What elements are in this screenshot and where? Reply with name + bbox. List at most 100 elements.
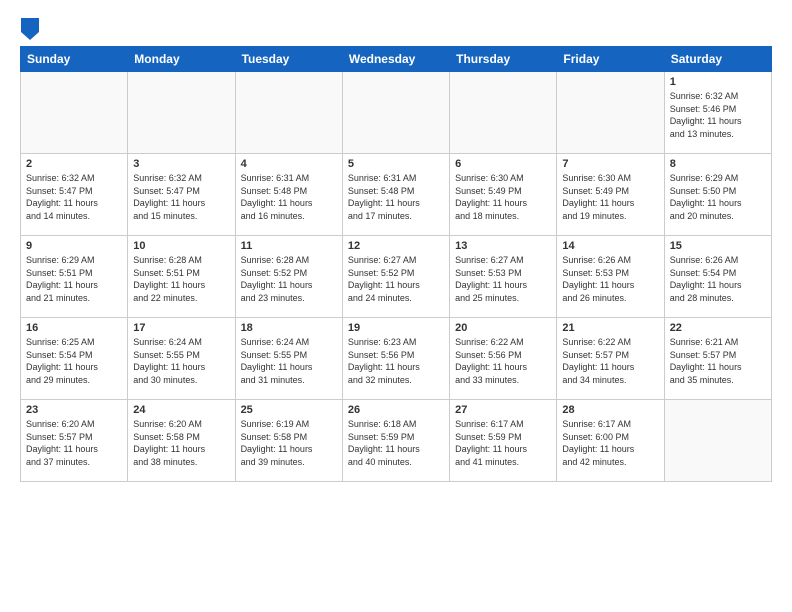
logo xyxy=(20,18,39,38)
calendar-cell: 7Sunrise: 6:30 AMSunset: 5:49 PMDaylight… xyxy=(557,154,664,236)
day-info: Sunrise: 6:19 AM xyxy=(241,418,337,431)
day-info: Daylight: 11 hours xyxy=(241,279,337,292)
day-info: Daylight: 11 hours xyxy=(241,443,337,456)
day-info: Sunrise: 6:32 AM xyxy=(133,172,229,185)
day-info: and 14 minutes. xyxy=(26,210,122,223)
day-info: Sunrise: 6:32 AM xyxy=(670,90,766,103)
day-info: Daylight: 11 hours xyxy=(241,197,337,210)
day-info: Sunset: 5:51 PM xyxy=(133,267,229,280)
day-info: Daylight: 11 hours xyxy=(348,279,444,292)
week-row-0: 1 Sunrise: 6:32 AMSunset: 5:46 PMDaylight… xyxy=(21,72,772,154)
day-info: Daylight: 11 hours xyxy=(670,361,766,374)
day-number: 8 xyxy=(670,158,766,170)
day-info: and 18 minutes. xyxy=(455,210,551,223)
week-row-2: 9Sunrise: 6:29 AMSunset: 5:51 PMDaylight… xyxy=(21,236,772,318)
day-info: and 38 minutes. xyxy=(133,456,229,469)
day-info: Sunset: 5:49 PM xyxy=(562,185,658,198)
day-info: Sunrise: 6:28 AM xyxy=(133,254,229,267)
day-info: Sunrise: 6:24 AM xyxy=(133,336,229,349)
calendar-cell: 12Sunrise: 6:27 AMSunset: 5:52 PMDayligh… xyxy=(342,236,449,318)
day-info: Sunset: 5:57 PM xyxy=(670,349,766,362)
day-info: Sunrise: 6:29 AM xyxy=(26,254,122,267)
day-info: Sunrise: 6:29 AM xyxy=(670,172,766,185)
day-info: Daylight: 11 hours xyxy=(26,443,122,456)
day-number: 6 xyxy=(455,158,551,170)
calendar-cell: 4Sunrise: 6:31 AMSunset: 5:48 PMDaylight… xyxy=(235,154,342,236)
day-info: Sunrise: 6:27 AM xyxy=(455,254,551,267)
day-number: 5 xyxy=(348,158,444,170)
day-info: Sunset: 5:54 PM xyxy=(670,267,766,280)
day-number: 12 xyxy=(348,240,444,252)
calendar-table: SundayMondayTuesdayWednesdayThursdayFrid… xyxy=(20,46,772,482)
day-info: and 41 minutes. xyxy=(455,456,551,469)
day-info: Daylight: 11 hours xyxy=(241,361,337,374)
calendar-cell: 20Sunrise: 6:22 AMSunset: 5:56 PMDayligh… xyxy=(450,318,557,400)
day-info: Sunset: 5:52 PM xyxy=(348,267,444,280)
day-info: Sunrise: 6:30 AM xyxy=(562,172,658,185)
day-info: Sunset: 6:00 PM xyxy=(562,431,658,444)
day-info: Daylight: 11 hours xyxy=(670,115,766,128)
day-info: Daylight: 11 hours xyxy=(133,361,229,374)
day-info: and 40 minutes. xyxy=(348,456,444,469)
day-info: Daylight: 11 hours xyxy=(133,443,229,456)
day-info: Daylight: 11 hours xyxy=(348,197,444,210)
day-number: 7 xyxy=(562,158,658,170)
day-number: 1 xyxy=(670,76,766,88)
day-info: and 34 minutes. xyxy=(562,374,658,387)
calendar-cell: 18Sunrise: 6:24 AMSunset: 5:55 PMDayligh… xyxy=(235,318,342,400)
day-info: and 21 minutes. xyxy=(26,292,122,305)
day-info: Sunrise: 6:26 AM xyxy=(562,254,658,267)
day-info: Daylight: 11 hours xyxy=(670,197,766,210)
calendar-cell xyxy=(557,72,664,154)
calendar-cell: 11 Sunrise: 6:28 AMSunset: 5:52 PMDayligh… xyxy=(235,236,342,318)
day-number: 3 xyxy=(133,158,229,170)
calendar-cell xyxy=(235,72,342,154)
day-info: Daylight: 11 hours xyxy=(26,279,122,292)
day-info: Sunset: 5:48 PM xyxy=(241,185,337,198)
day-info: Sunrise: 6:28 AM xyxy=(241,254,337,267)
day-number: 19 xyxy=(348,322,444,334)
day-info: Sunset: 5:52 PM xyxy=(241,267,337,280)
day-number: 22 xyxy=(670,322,766,334)
calendar-cell: 1 Sunrise: 6:32 AMSunset: 5:46 PMDaylight… xyxy=(664,72,771,154)
day-number: 15 xyxy=(670,240,766,252)
day-info: Sunset: 5:47 PM xyxy=(26,185,122,198)
calendar-cell: 24Sunrise: 6:20 AMSunset: 5:58 PMDayligh… xyxy=(128,400,235,482)
day-info: Sunset: 5:46 PM xyxy=(670,103,766,116)
day-info: and 23 minutes. xyxy=(241,292,337,305)
day-info: Sunrise: 6:31 AM xyxy=(348,172,444,185)
calendar-cell xyxy=(342,72,449,154)
weekday-header-wednesday: Wednesday xyxy=(342,47,449,72)
day-number: 17 xyxy=(133,322,229,334)
day-number: 20 xyxy=(455,322,551,334)
day-number: 23 xyxy=(26,404,122,416)
calendar-cell: 22 Sunrise: 6:21 AMSunset: 5:57 PMDayligh… xyxy=(664,318,771,400)
day-info: and 29 minutes. xyxy=(26,374,122,387)
calendar-cell: 2Sunrise: 6:32 AMSunset: 5:47 PMDaylight… xyxy=(21,154,128,236)
day-number: 28 xyxy=(562,404,658,416)
day-info: and 13 minutes. xyxy=(670,128,766,141)
calendar-cell xyxy=(664,400,771,482)
day-number: 27 xyxy=(455,404,551,416)
day-info: Sunset: 5:49 PM xyxy=(455,185,551,198)
day-info: Daylight: 11 hours xyxy=(26,361,122,374)
day-number: 11 xyxy=(241,240,337,252)
page: SundayMondayTuesdayWednesdayThursdayFrid… xyxy=(0,0,792,612)
day-number: 2 xyxy=(26,158,122,170)
day-info: and 32 minutes. xyxy=(348,374,444,387)
day-info: Sunrise: 6:20 AM xyxy=(133,418,229,431)
day-info: Sunrise: 6:20 AM xyxy=(26,418,122,431)
calendar-cell: 17Sunrise: 6:24 AMSunset: 5:55 PMDayligh… xyxy=(128,318,235,400)
day-info: Sunset: 5:48 PM xyxy=(348,185,444,198)
day-info: Sunset: 5:54 PM xyxy=(26,349,122,362)
day-info: and 33 minutes. xyxy=(455,374,551,387)
day-info: and 37 minutes. xyxy=(26,456,122,469)
day-number: 4 xyxy=(241,158,337,170)
day-info: Sunset: 5:55 PM xyxy=(241,349,337,362)
day-info: Sunrise: 6:21 AM xyxy=(670,336,766,349)
day-info: Daylight: 11 hours xyxy=(562,443,658,456)
calendar-cell: 16Sunrise: 6:25 AMSunset: 5:54 PMDayligh… xyxy=(21,318,128,400)
calendar-cell xyxy=(21,72,128,154)
weekday-header-friday: Friday xyxy=(557,47,664,72)
day-number: 24 xyxy=(133,404,229,416)
